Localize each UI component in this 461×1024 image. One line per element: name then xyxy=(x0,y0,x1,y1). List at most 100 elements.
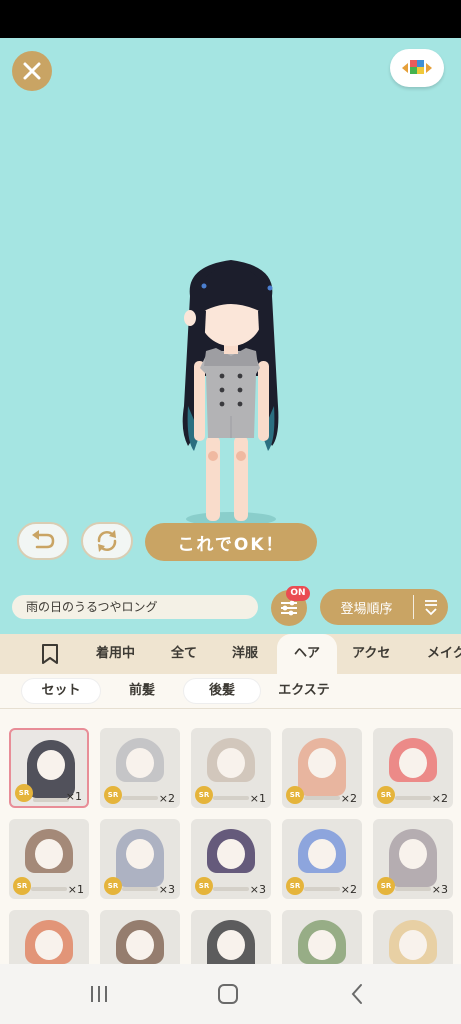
item-card[interactable]: SR ×2 xyxy=(282,728,362,808)
character-preview: これでOK！ xyxy=(0,38,461,580)
mannequin-face xyxy=(308,930,336,960)
sort-button[interactable]: 登場順序 xyxy=(320,589,448,625)
subtab-back-hair[interactable]: 後髪 xyxy=(184,679,260,703)
rarity-badge: SR xyxy=(15,784,33,802)
recent-apps-icon xyxy=(91,986,107,1002)
mannequin-face xyxy=(399,748,427,778)
rarity-badge: SR xyxy=(377,786,395,804)
rarity-badge: SR xyxy=(377,877,395,895)
item-card[interactable]: SR ×2 xyxy=(100,728,180,808)
owned-count: ×1 xyxy=(249,792,266,805)
rarity-badge: SR xyxy=(195,877,213,895)
mannequin-stand xyxy=(122,887,158,891)
item-card[interactable]: SR ×3 xyxy=(100,819,180,899)
owned-count: ×3 xyxy=(431,883,448,896)
tab-wearing[interactable]: 着用中 xyxy=(96,634,135,674)
rarity-badge: SR xyxy=(104,877,122,895)
mannequin-face xyxy=(126,930,154,960)
sliders-icon xyxy=(281,600,297,616)
mannequin-face xyxy=(217,839,245,869)
tab-clothes[interactable]: 洋服 xyxy=(232,634,258,674)
mannequin-face xyxy=(126,748,154,778)
mannequin-face xyxy=(35,930,63,960)
subtab-extensions[interactable]: エクステ xyxy=(266,679,342,703)
mannequin-stand xyxy=(304,887,340,891)
home-icon xyxy=(218,984,238,1004)
owned-count: ×2 xyxy=(340,792,357,805)
item-card[interactable] xyxy=(100,910,180,964)
tab-all[interactable]: 全て xyxy=(171,634,197,674)
rarity-badge: SR xyxy=(195,786,213,804)
sort-order-icon[interactable] xyxy=(414,598,448,616)
owned-count: ×3 xyxy=(158,883,175,896)
confirm-button[interactable]: これでOK！ xyxy=(145,523,317,561)
item-card[interactable]: SR ×2 xyxy=(282,819,362,899)
undo-icon xyxy=(32,530,55,549)
tab-accessories[interactable]: アクセ xyxy=(352,634,390,674)
mannequin-face xyxy=(126,839,154,869)
undo-button[interactable] xyxy=(17,522,69,560)
subtab-bangs[interactable]: 前髪 xyxy=(104,679,180,703)
item-grid: SR ×1 SR ×2 SR ×1 SR ×2 SR ×2 SR ×1 SR ×3 SR ×3 SR ×2 SR ×3 xyxy=(0,708,461,964)
item-info-bar: 雨の日のうるつやロング ON 登場順序 xyxy=(0,580,461,634)
category-tabs: 着用中 全て 洋服 ヘア アクセ メイク xyxy=(0,634,461,674)
rarity-badge: SR xyxy=(13,877,31,895)
rarity-badge: SR xyxy=(104,786,122,804)
avatar-character[interactable] xyxy=(176,256,286,526)
mannequin-stand xyxy=(304,796,340,800)
camera-view-button[interactable] xyxy=(390,49,444,87)
home-button[interactable] xyxy=(213,980,243,1008)
bookmark-icon[interactable] xyxy=(40,643,60,665)
mannequin-stand xyxy=(395,796,431,800)
rarity-badge: SR xyxy=(286,786,304,804)
mannequin-face xyxy=(308,748,336,778)
mannequin-face xyxy=(308,839,336,869)
item-card[interactable]: SR ×1 xyxy=(9,728,89,808)
owned-count: ×2 xyxy=(340,883,357,896)
mannequin-stand xyxy=(395,887,431,891)
recent-apps-button[interactable] xyxy=(84,980,114,1008)
close-icon xyxy=(23,62,41,80)
item-card[interactable]: SR ×2 xyxy=(373,728,453,808)
item-card[interactable]: SR ×1 xyxy=(191,728,271,808)
mannequin-face xyxy=(217,930,245,960)
item-card[interactable] xyxy=(282,910,362,964)
mannequin-face xyxy=(35,839,63,869)
owned-count: ×2 xyxy=(431,792,448,805)
view-rotate-icon xyxy=(402,60,432,74)
item-card[interactable]: SR ×3 xyxy=(373,819,453,899)
mannequin-stand xyxy=(122,796,158,800)
tab-hair[interactable]: ヘア xyxy=(277,634,337,674)
mannequin-face xyxy=(399,839,427,869)
tab-makeup[interactable]: メイク xyxy=(427,634,461,674)
refresh-icon xyxy=(97,530,117,552)
subtab-set[interactable]: セット xyxy=(22,679,100,703)
owned-count: ×3 xyxy=(249,883,266,896)
item-card[interactable] xyxy=(9,910,89,964)
owned-count: ×1 xyxy=(65,790,82,803)
sort-label: 登場順序 xyxy=(340,601,393,617)
rarity-badge: SR xyxy=(286,877,304,895)
back-button[interactable] xyxy=(342,980,372,1008)
system-nav-bar xyxy=(0,964,461,1024)
mannequin-stand xyxy=(213,796,249,800)
item-name: 雨の日のうるつやロング xyxy=(12,595,258,619)
mannequin-face xyxy=(217,748,245,778)
item-card[interactable]: SR ×3 xyxy=(191,819,271,899)
mannequin-stand xyxy=(31,887,67,891)
mannequin-stand xyxy=(33,798,69,802)
owned-count: ×1 xyxy=(67,883,84,896)
back-icon xyxy=(351,984,362,1004)
mannequin-face xyxy=(399,930,427,960)
divider xyxy=(413,595,414,619)
close-button[interactable] xyxy=(12,51,52,91)
item-card[interactable]: SR ×1 xyxy=(9,819,89,899)
status-bar xyxy=(0,0,461,38)
reset-button[interactable] xyxy=(81,522,133,560)
mannequin-stand xyxy=(213,887,249,891)
filter-on-badge: ON xyxy=(286,586,310,601)
mannequin-face xyxy=(37,750,65,780)
item-card[interactable] xyxy=(191,910,271,964)
subcategory-tabs: セット 前髪 後髪 エクステ xyxy=(0,674,461,708)
item-card[interactable] xyxy=(373,910,453,964)
